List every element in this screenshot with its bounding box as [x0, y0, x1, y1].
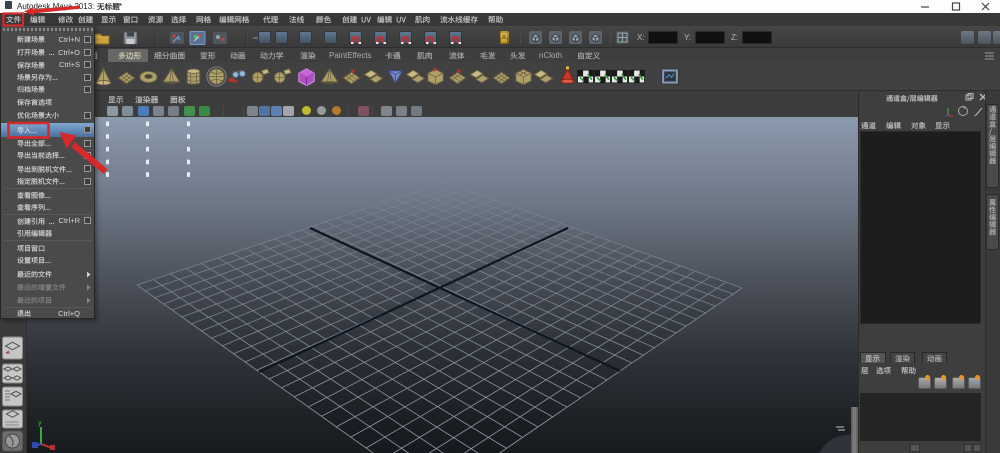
svg-text:y: y [38, 420, 42, 427]
